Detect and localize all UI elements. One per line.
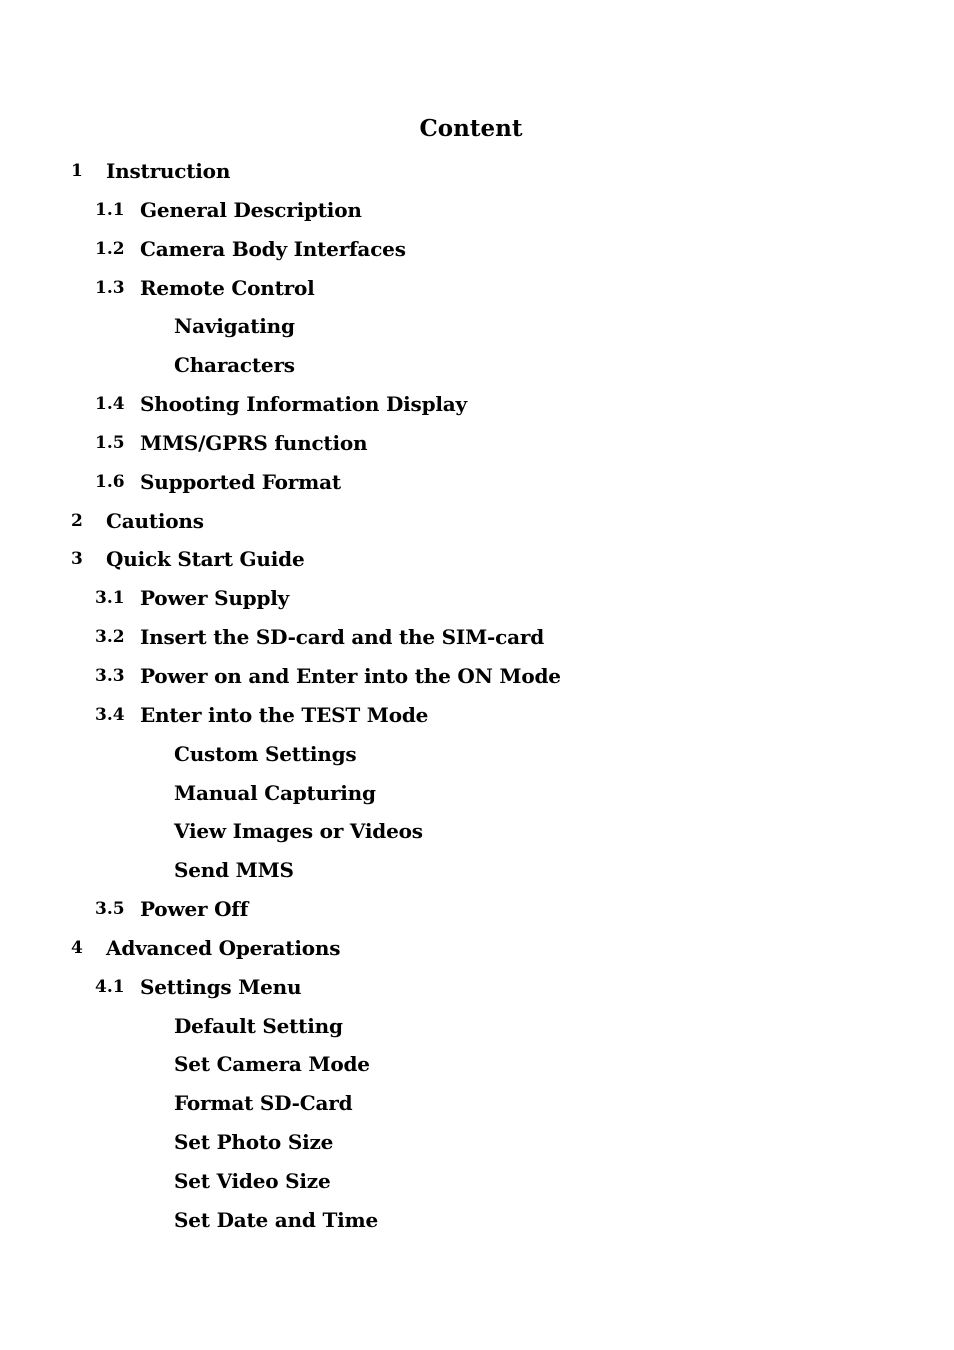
toc-entry-number: 1.5: [95, 432, 125, 453]
toc-entry[interactable]: 2 Cautions: [0, 502, 954, 541]
toc-entry-label: Custom Settings: [174, 741, 357, 766]
toc-entry-number: 3.2: [95, 627, 125, 648]
toc-entry-label: Camera Body Interfaces: [140, 236, 406, 261]
toc-entry-label: Insert the SD-card and the SIM-card: [140, 625, 544, 650]
toc-entry-number: 1.4: [95, 394, 125, 415]
toc-entry-label: Manual Capturing: [174, 780, 376, 805]
toc-entry-label: Settings Menu: [140, 974, 302, 999]
toc-entry-label: Supported Format: [140, 469, 341, 494]
toc-entry-label: Navigating: [174, 314, 295, 339]
toc-entry[interactable]: Set Camera Mode: [0, 1045, 954, 1084]
toc-entry[interactable]: 4 Advanced Operations: [0, 929, 954, 968]
toc-entry[interactable]: View Images or Videos: [0, 812, 954, 851]
toc-entry[interactable]: Set Video Size: [0, 1162, 954, 1201]
toc-entry-number: 4: [71, 937, 83, 958]
toc-entry-number: 3.3: [95, 665, 125, 686]
toc-entry[interactable]: Format SD-Card: [0, 1084, 954, 1123]
toc-entry-number: 1.6: [95, 471, 125, 492]
toc-entry-number: 4.1: [95, 976, 125, 997]
toc-entry-number: 1.1: [95, 199, 125, 220]
toc-entry[interactable]: Navigating: [0, 307, 954, 346]
toc-entry[interactable]: 3 Quick Start Guide: [0, 540, 954, 579]
toc-title: Content: [419, 115, 523, 142]
toc-entry-label: Set Camera Mode: [174, 1052, 370, 1077]
toc-entry[interactable]: 1 Instruction: [0, 152, 954, 191]
toc-entry-label: Advanced Operations: [106, 935, 341, 960]
toc-entry-label: Send MMS: [174, 858, 294, 883]
table-of-contents: 1 Instruction 1.1 General Description 1.2 C…: [0, 152, 954, 1240]
toc-entry-label: Set Video Size: [174, 1168, 331, 1193]
toc-entry[interactable]: Set Date and Time: [0, 1201, 954, 1240]
toc-entry[interactable]: Characters: [0, 346, 954, 385]
toc-entry-label: Enter into the TEST Mode: [140, 702, 429, 727]
toc-entry[interactable]: Send MMS: [0, 851, 954, 890]
toc-entry[interactable]: 1.6 Supported Format: [0, 463, 954, 502]
toc-entry-number: 3: [71, 549, 83, 570]
toc-entry[interactable]: Default Setting: [0, 1007, 954, 1046]
toc-entry-number: 3.1: [95, 588, 125, 609]
toc-entry[interactable]: 3.2 Insert the SD-card and the SIM-card: [0, 618, 954, 657]
toc-entry-label: Default Setting: [174, 1013, 343, 1038]
toc-entry-number: 3.5: [95, 899, 125, 920]
toc-entry-label: Power Supply: [140, 586, 290, 611]
toc-entry-number: 1.2: [95, 238, 125, 259]
toc-entry-number: 1: [71, 161, 83, 181]
toc-entry[interactable]: Manual Capturing: [0, 774, 954, 813]
toc-entry-label: General Description: [140, 197, 362, 222]
toc-entry[interactable]: 1.2 Camera Body Interfaces: [0, 230, 954, 269]
toc-entry-label: Set Photo Size: [174, 1130, 334, 1155]
toc-entry[interactable]: 3.1 Power Supply: [0, 579, 954, 618]
toc-entry[interactable]: 3.5 Power Off: [0, 890, 954, 929]
toc-entry-label: Cautions: [106, 508, 204, 533]
toc-entry[interactable]: 1.5 MMS/GPRS function: [0, 424, 954, 463]
toc-entry[interactable]: 3.4 Enter into the TEST Mode: [0, 696, 954, 735]
toc-entry-label: Characters: [174, 353, 295, 378]
toc-entry-number: 2: [71, 510, 83, 531]
toc-entry-label: MMS/GPRS function: [140, 430, 368, 455]
toc-entry-label: View Images or Videos: [174, 819, 423, 844]
toc-entry-label: Power Off: [140, 897, 249, 922]
toc-entry[interactable]: Set Photo Size: [0, 1123, 954, 1162]
toc-entry-label: Quick Start Guide: [106, 547, 305, 572]
toc-entry-label: Shooting Information Display: [140, 392, 467, 417]
toc-entry[interactable]: 4.1 Settings Menu: [0, 968, 954, 1007]
toc-entry-number: 3.4: [95, 704, 125, 725]
toc-entry-label: Set Date and Time: [174, 1207, 379, 1232]
toc-entry-label: Remote Control: [140, 275, 315, 300]
toc-entry[interactable]: 1.1 General Description: [0, 191, 954, 230]
toc-entry-label: Instruction: [106, 159, 231, 183]
toc-entry[interactable]: 1.3 Remote Control: [0, 269, 954, 308]
toc-entry-label: Format SD-Card: [174, 1091, 353, 1116]
toc-entry[interactable]: 3.3 Power on and Enter into the ON Mode: [0, 657, 954, 696]
toc-entry-number: 1.3: [95, 277, 125, 298]
toc-entry-label: Power on and Enter into the ON Mode: [140, 663, 561, 688]
toc-entry[interactable]: Custom Settings: [0, 735, 954, 774]
toc-entry[interactable]: 1.4 Shooting Information Display: [0, 385, 954, 424]
